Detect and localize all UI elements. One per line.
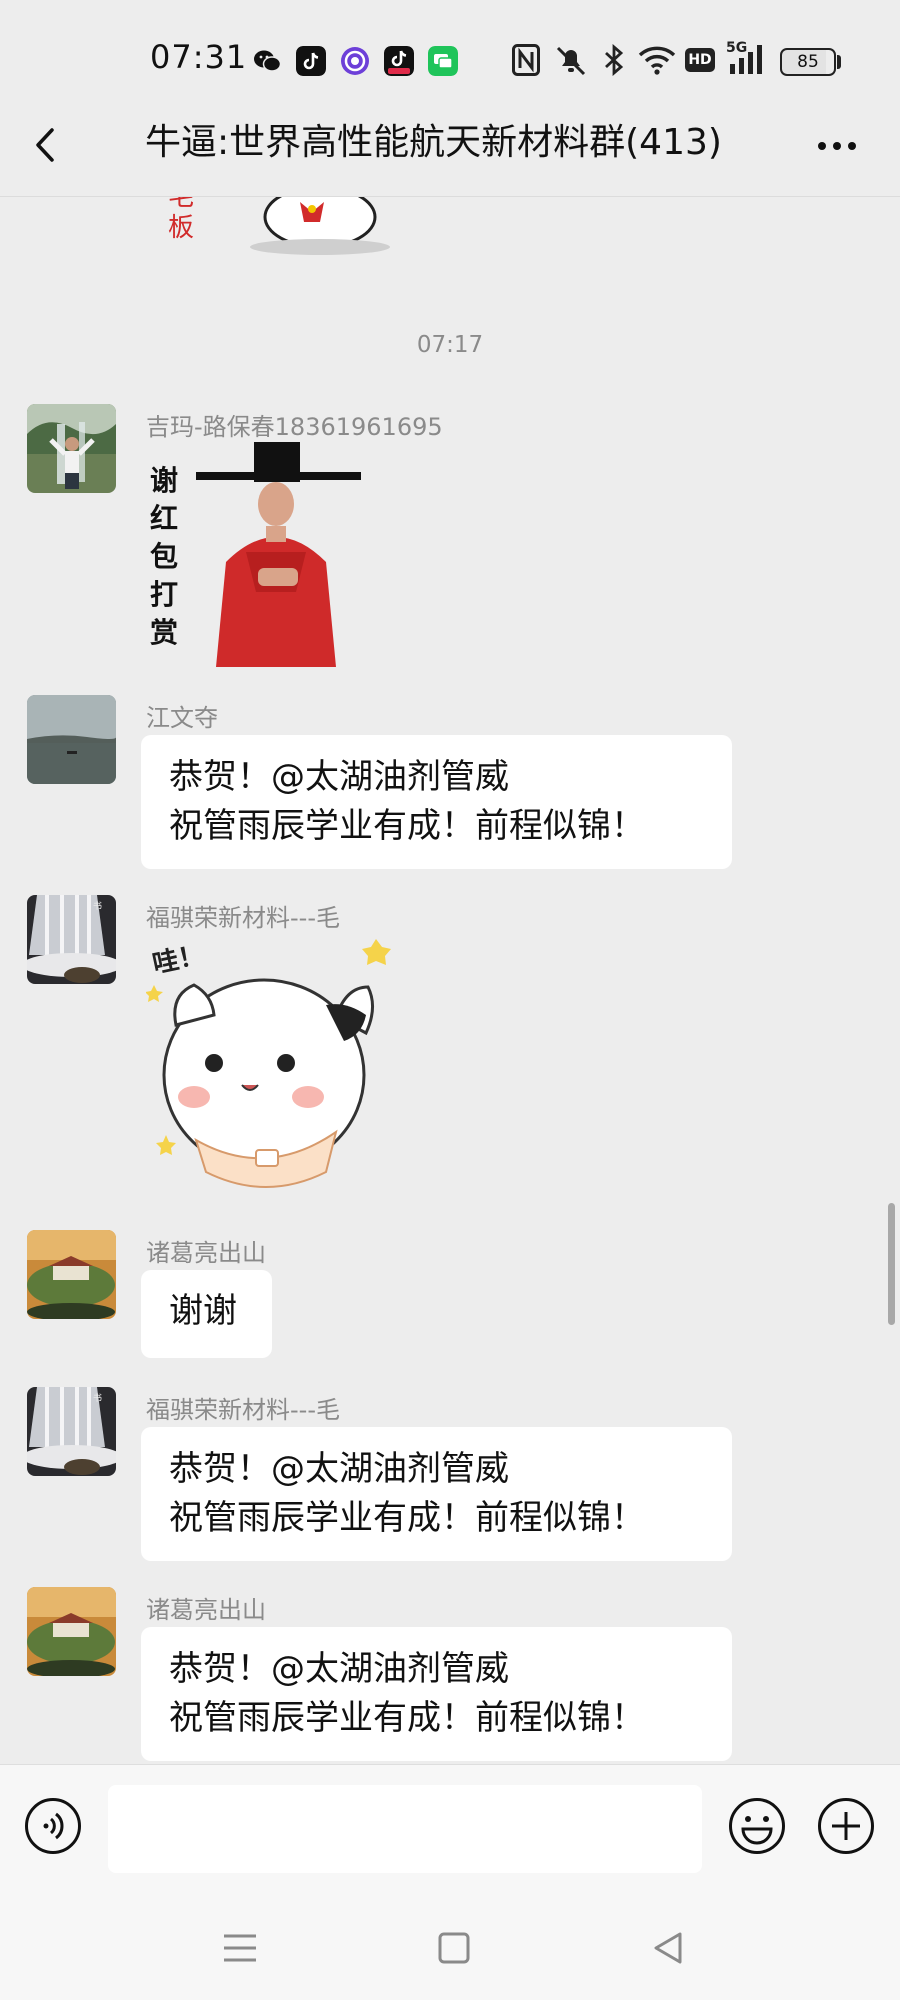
- status-time: 07:31: [150, 38, 248, 76]
- svg-text:书: 书: [93, 1393, 102, 1404]
- avatar[interactable]: [27, 1230, 116, 1319]
- recent-apps-button[interactable]: [216, 1924, 264, 1972]
- status-bar: 07:31 HD 5G 85: [0, 0, 900, 112]
- system-navigation-bar: [0, 1894, 900, 2000]
- avatar[interactable]: [27, 695, 116, 784]
- wechat-icon: [254, 50, 282, 72]
- sender-name: 诸葛亮出山: [146, 1596, 266, 1624]
- message-line: 祝管雨辰学业有成！前程似锦！: [169, 1698, 645, 1738]
- chat-header: 牛逼:世界高性能航天新材料群(413): [0, 100, 900, 197]
- avatar[interactable]: [27, 1587, 116, 1676]
- partial-sticker-text: 板: [168, 213, 195, 243]
- avatar-image-waterfall: 书: [27, 895, 116, 984]
- messages-icon: [428, 46, 458, 76]
- sticker-message[interactable]: 谢红包打赏: [146, 442, 376, 667]
- emoji-button[interactable]: [728, 1797, 786, 1855]
- message-line: 谢谢: [169, 1291, 237, 1331]
- home-button[interactable]: [430, 1924, 478, 1972]
- more-options-button[interactable]: [812, 126, 862, 166]
- message-line: 恭贺！@太湖油剂管威: [169, 757, 509, 797]
- sticker-caption: 谢红包打赏: [150, 464, 179, 649]
- svg-text:书: 书: [93, 901, 102, 912]
- chat-message-list[interactable]: 毛 板 07:17 吉玛-路保春18361961695 谢红包打赏 江文夺 恭贺…: [0, 197, 900, 1764]
- partial-sticker[interactable]: 毛 板: [160, 197, 400, 257]
- wifi-icon: [638, 46, 676, 75]
- wechat-group-chat-screen: 07:31 HD 5G 85 牛逼:世界高性能航天新材料群(413) 毛 板 0…: [0, 0, 900, 2000]
- avatar-image-lake: [27, 695, 116, 784]
- message-bubble[interactable]: 谢谢: [141, 1270, 272, 1358]
- message-line: 恭贺！@太湖油剂管威: [169, 1449, 509, 1489]
- signal-icon: 5G: [726, 40, 770, 76]
- avatar-image-waterfall: 书: [27, 1387, 116, 1476]
- soul-icon: [341, 47, 369, 75]
- bluetooth-icon: [605, 44, 624, 76]
- voice-input-button[interactable]: [24, 1797, 82, 1855]
- add-attachment-button[interactable]: [817, 1797, 875, 1855]
- message-text-input[interactable]: [108, 1785, 702, 1873]
- sender-name: 江文夺: [146, 704, 218, 732]
- avatar[interactable]: 书: [27, 895, 116, 984]
- cat-wow-sticker: [145, 939, 391, 1188]
- cat-sticker-fragment: 毛: [168, 197, 390, 255]
- avatar[interactable]: 书: [27, 1387, 116, 1476]
- message-bubble[interactable]: 恭贺！@太湖油剂管威 祝管雨辰学业有成！前程似锦！: [141, 735, 732, 869]
- sticker-message[interactable]: 哇！: [145, 935, 406, 1205]
- back-button[interactable]: [22, 120, 72, 170]
- sender-name: 诸葛亮出山: [146, 1239, 266, 1267]
- avatar-image-waterfall-man: [27, 404, 116, 493]
- avatar[interactable]: [27, 404, 116, 493]
- battery-level: 85: [797, 52, 819, 72]
- tiktok-lite-icon: [384, 46, 414, 76]
- back-nav-button[interactable]: [644, 1924, 692, 1972]
- nfc-icon: [512, 44, 540, 76]
- sender-name: 吉玛-路保春18361961695: [146, 413, 443, 441]
- battery-icon: 85: [780, 48, 836, 76]
- message-line: 祝管雨辰学业有成！前程似锦！: [169, 1498, 645, 1538]
- sender-name: 福骐荣新材料---毛: [146, 1396, 340, 1424]
- avatar-image-garden: [27, 1587, 116, 1676]
- battery-tip: [837, 55, 841, 69]
- mute-icon: [556, 46, 586, 76]
- chat-title: 牛逼:世界高性能航天新材料群(413): [145, 122, 722, 163]
- message-bubble[interactable]: 恭贺！@太湖油剂管威 祝管雨辰学业有成！前程似锦！: [141, 1627, 732, 1761]
- hd-icon: HD: [685, 48, 715, 72]
- chat-scrollbar[interactable]: [888, 1203, 895, 1325]
- sender-name: 福骐荣新材料---毛: [146, 904, 340, 932]
- avatar-image-garden: [27, 1230, 116, 1319]
- message-bubble[interactable]: 恭贺！@太湖油剂管威 祝管雨辰学业有成！前程似锦！: [141, 1427, 732, 1561]
- message-line: 祝管雨辰学业有成！前程似锦！: [169, 806, 645, 846]
- message-line: 恭贺！@太湖油剂管威: [169, 1649, 509, 1689]
- message-input-bar: [0, 1764, 900, 1895]
- message-timestamp: 07:17: [416, 332, 484, 358]
- tiktok-icon: [296, 46, 326, 76]
